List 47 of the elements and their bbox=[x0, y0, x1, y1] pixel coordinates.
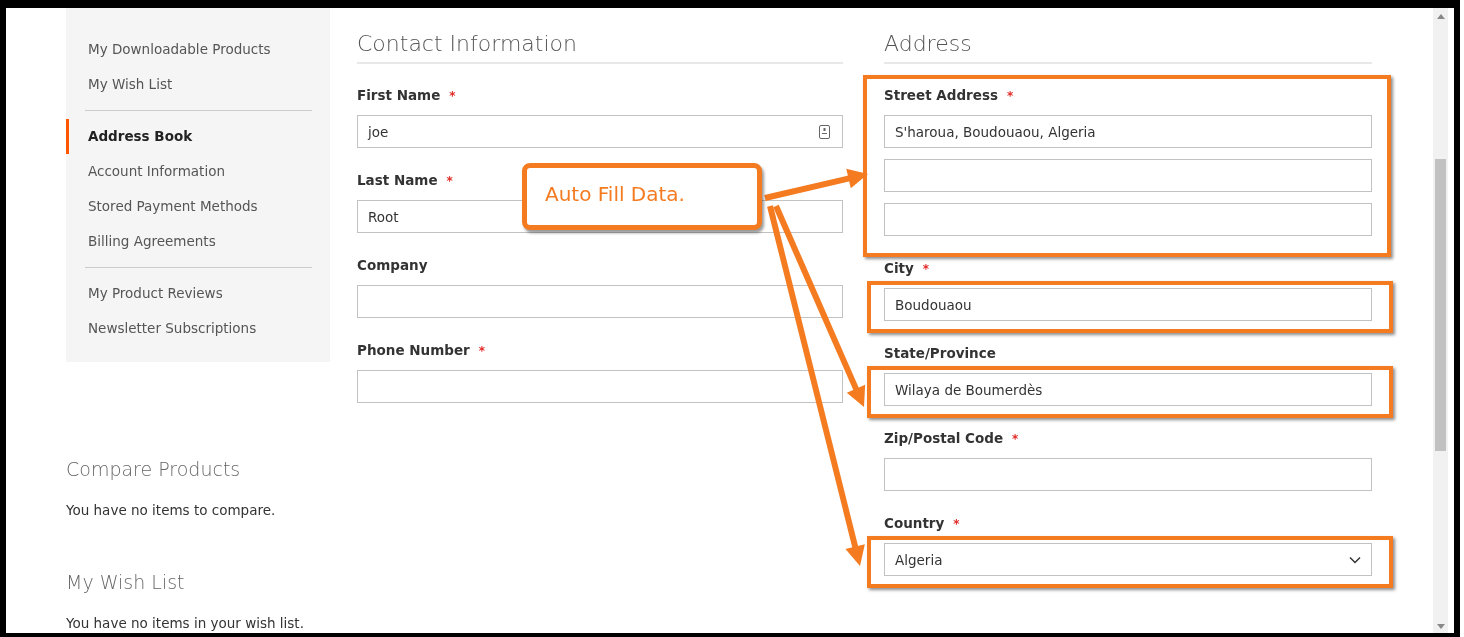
field-label: Street Address * bbox=[884, 86, 1014, 105]
section-title: Contact Information bbox=[357, 8, 843, 64]
required-mark: * bbox=[449, 89, 456, 103]
scroll-up-icon[interactable] bbox=[1436, 14, 1445, 19]
input-field[interactable] bbox=[884, 458, 1372, 491]
nav-link[interactable]: Account Information bbox=[66, 154, 330, 189]
nav-link[interactable]: My Wish List bbox=[66, 67, 330, 102]
empty-message: You have no items in your wish list. bbox=[66, 615, 305, 631]
nav-link[interactable]: Stored Payment Methods bbox=[66, 189, 330, 224]
scroll-down-icon[interactable] bbox=[1436, 624, 1445, 629]
input-field[interactable]: Wilaya de Boumerdès bbox=[884, 373, 1372, 406]
chevron-down-icon bbox=[1349, 555, 1361, 564]
required-mark: * bbox=[446, 174, 453, 188]
nav-link[interactable]: Newsletter Subscriptions bbox=[66, 311, 330, 346]
required-mark: * bbox=[478, 344, 485, 358]
field-label: Country * bbox=[884, 514, 960, 533]
nav-link[interactable]: My Downloadable Products bbox=[66, 32, 330, 67]
section-title: Address bbox=[884, 8, 1372, 64]
required-mark: * bbox=[922, 262, 930, 276]
contact-card-icon[interactable] bbox=[819, 124, 830, 139]
required-mark: * bbox=[1012, 432, 1019, 446]
field-label: Last Name * bbox=[357, 171, 453, 190]
scrollbar[interactable] bbox=[1433, 8, 1448, 633]
input-field[interactable] bbox=[884, 203, 1372, 236]
nav-link[interactable]: Billing Agreements bbox=[66, 224, 330, 259]
input-field[interactable]: Boudouaou bbox=[884, 288, 1372, 321]
country-select[interactable]: Algeria bbox=[884, 543, 1372, 576]
required-mark: * bbox=[1006, 89, 1014, 103]
input-field[interactable] bbox=[357, 370, 843, 403]
empty-message: You have no items to compare. bbox=[66, 502, 277, 518]
field-label: First Name * bbox=[357, 86, 456, 105]
input-field[interactable]: joe bbox=[357, 115, 843, 148]
field-label: Phone Number * bbox=[357, 341, 485, 360]
nav-link[interactable]: My Product Reviews bbox=[66, 276, 330, 311]
block-title: My Wish List bbox=[66, 571, 186, 593]
field-label: Zip/Postal Code * bbox=[884, 429, 1019, 448]
field-label: City * bbox=[884, 259, 930, 278]
nav-link[interactable]: Address Book bbox=[66, 119, 330, 154]
scroll-thumb[interactable] bbox=[1435, 159, 1446, 451]
field-label: State/Province bbox=[884, 344, 996, 363]
input-field[interactable]: S'haroua, Boudouaou, Algeria bbox=[884, 115, 1372, 148]
required-mark: * bbox=[953, 517, 960, 531]
block-title: Compare Products bbox=[66, 458, 242, 480]
field-label: Company bbox=[357, 256, 428, 275]
annotation-callout: Auto Fill Data. bbox=[522, 163, 762, 230]
input-field[interactable] bbox=[884, 159, 1372, 192]
input-field[interactable] bbox=[357, 285, 843, 318]
